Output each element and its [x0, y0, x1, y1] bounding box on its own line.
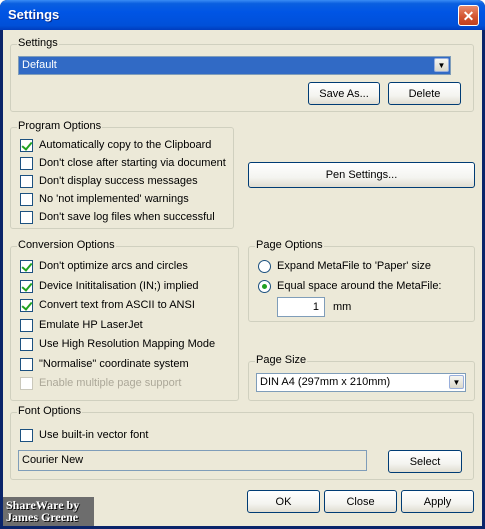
settings-window: Settings ✕ Settings Default ▼ Save As...…	[0, 0, 485, 529]
conversion-options-group: Conversion Options Don't optimize arcs a…	[10, 239, 239, 401]
close-icon[interactable]: ✕	[458, 5, 479, 26]
page-options-group: Page Options Expand MetaFile to 'Paper' …	[248, 239, 475, 322]
font-options-group: Font Options Use built-in vector font Co…	[10, 405, 474, 480]
radio-button[interactable]	[258, 279, 271, 293]
option-label: Emulate HP LaserJet	[39, 319, 143, 331]
save-as-button[interactable]: Save As...	[308, 82, 380, 105]
pen-settings-button[interactable]: Pen Settings...	[248, 162, 475, 188]
checkbox[interactable]	[20, 318, 33, 332]
title-bar[interactable]: Settings ✕	[0, 0, 485, 30]
checkbox[interactable]	[20, 298, 33, 312]
conversion-options-label: Conversion Options	[17, 239, 116, 251]
checkbox	[20, 376, 33, 390]
checkbox[interactable]	[20, 156, 33, 170]
select-font-button[interactable]: Select	[388, 450, 462, 473]
option-label: Don't save log files when successful	[39, 211, 215, 223]
option-emulate-laserjet[interactable]: Emulate HP LaserJet	[20, 317, 143, 333]
option-ascii-to-ansi[interactable]: Convert text from ASCII to ANSI	[20, 297, 195, 313]
checkbox[interactable]	[20, 428, 33, 442]
page-size-label: Page Size	[255, 354, 308, 366]
option-label: Use built-in vector font	[39, 429, 149, 441]
option-no-log-files[interactable]: Don't save log files when successful	[20, 209, 215, 225]
dialog-body: Settings Default ▼ Save As... Delete Pro…	[3, 30, 482, 526]
option-label: "Normalise" coordinate system	[39, 358, 189, 370]
option-high-res-mapping[interactable]: Use High Resolution Mapping Mode	[20, 336, 215, 352]
page-options-label: Page Options	[255, 239, 324, 251]
option-label: Don't optimize arcs and circles	[39, 260, 188, 272]
close-button[interactable]: Close	[324, 490, 397, 513]
delete-button[interactable]: Delete	[388, 82, 461, 105]
option-no-optimize-arcs[interactable]: Don't optimize arcs and circles	[20, 258, 188, 274]
option-no-success-messages[interactable]: Don't display success messages	[20, 173, 198, 189]
checkbox[interactable]	[20, 357, 33, 371]
font-name-value: Courier New	[22, 454, 84, 466]
space-mm-input[interactable]: 1	[277, 297, 325, 317]
apply-button[interactable]: Apply	[401, 490, 474, 513]
option-normalise-coords[interactable]: "Normalise" coordinate system	[20, 356, 189, 372]
radio-expand-metafile[interactable]: Expand MetaFile to 'Paper' size	[258, 258, 431, 274]
option-label: Don't close after starting via document	[39, 157, 226, 169]
option-label: Device Inititalisation (IN;) implied	[39, 280, 199, 292]
settings-group-label: Settings	[17, 37, 59, 49]
page-size-group: Page Size DIN A4 (297mm x 210mm) ▼	[248, 354, 475, 401]
page-size-value: DIN A4 (297mm x 210mm)	[260, 376, 391, 388]
radio-label: Expand MetaFile to 'Paper' size	[277, 260, 431, 272]
page-size-select[interactable]: DIN A4 (297mm x 210mm) ▼	[256, 373, 466, 392]
radio-label: Equal space around the MetaFile:	[277, 280, 442, 292]
checkbox[interactable]	[20, 174, 33, 188]
settings-profile-value: Default	[22, 59, 57, 71]
chevron-down-icon[interactable]: ▼	[449, 375, 464, 389]
radio-button[interactable]	[258, 259, 271, 273]
option-label: Convert text from ASCII to ANSI	[39, 299, 195, 311]
program-options-group: Program Options Automatically copy to th…	[10, 120, 234, 229]
ok-button[interactable]: OK	[247, 490, 320, 513]
checkbox[interactable]	[20, 279, 33, 293]
unit-label: mm	[333, 301, 352, 313]
space-mm-value: 1	[312, 301, 319, 313]
option-no-warnings[interactable]: No 'not implemented' warnings	[20, 191, 189, 207]
checkbox[interactable]	[20, 337, 33, 351]
checkbox[interactable]	[20, 138, 33, 152]
option-auto-clipboard[interactable]: Automatically copy to the Clipboard	[20, 137, 211, 153]
settings-profile-select[interactable]: Default ▼	[18, 56, 451, 75]
window-title: Settings	[8, 7, 60, 22]
option-label: Don't display success messages	[39, 175, 198, 187]
option-label: Enable multiple page support	[39, 377, 182, 389]
option-label: Automatically copy to the Clipboard	[39, 139, 212, 151]
option-label: No 'not implemented' warnings	[39, 193, 189, 205]
chevron-down-icon[interactable]: ▼	[434, 58, 449, 72]
checkbox[interactable]	[20, 192, 33, 206]
option-dont-close[interactable]: Don't close after starting via document	[20, 155, 226, 171]
watermark-line-2: James Greene	[6, 510, 79, 524]
option-builtin-vector-font[interactable]: Use built-in vector font	[20, 427, 148, 443]
shareware-watermark: ShareWare by James Greene	[3, 497, 94, 526]
option-device-init[interactable]: Device Inititalisation (IN;) implied	[20, 278, 199, 294]
option-multiple-pages: Enable multiple page support	[20, 375, 181, 391]
radio-equal-space[interactable]: Equal space around the MetaFile:	[258, 278, 442, 294]
checkbox[interactable]	[20, 259, 33, 273]
font-options-label: Font Options	[17, 405, 82, 417]
option-label: Use High Resolution Mapping Mode	[39, 338, 216, 350]
settings-group: Settings Default ▼ Save As... Delete	[10, 37, 474, 112]
checkbox[interactable]	[20, 210, 33, 224]
program-options-label: Program Options	[17, 120, 103, 132]
font-name-field: Courier New	[18, 450, 367, 471]
